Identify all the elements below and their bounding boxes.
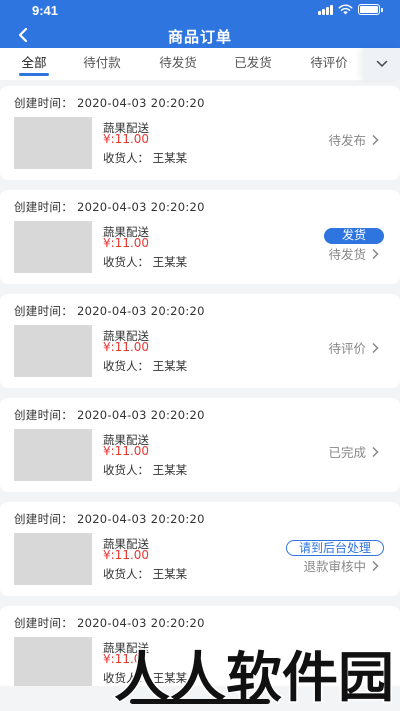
active-tab-indicator — [19, 73, 49, 76]
tab-label: 待发货 — [159, 55, 197, 70]
order-status-label: 待发布 — [328, 133, 366, 148]
order-status-label: 已完成 — [328, 445, 366, 460]
nav-bar: 商品订单 — [0, 22, 400, 48]
created-time: 创建时间： 2020-04-03 20:20:20 — [14, 616, 205, 630]
order-list: 创建时间： 2020-04-03 20:20:20 蔬果配送 ¥:11.00 收… — [0, 86, 400, 686]
tab-pending-shipment[interactable]: 待发货 — [154, 48, 202, 80]
wifi-icon — [338, 4, 353, 15]
created-time: 创建时间： 2020-04-03 20:20:20 — [14, 512, 205, 526]
chevron-right-icon — [372, 446, 379, 457]
tab-all[interactable]: 全部 — [14, 48, 54, 80]
back-button[interactable] — [12, 24, 34, 46]
receiver: 收货人： 王某某 — [103, 255, 188, 269]
page-title: 商品订单 — [167, 28, 232, 46]
price: ¥:11.00 — [103, 236, 150, 250]
tab-shipped[interactable]: 已发货 — [229, 48, 277, 80]
order-status[interactable]: 退款审核中 — [303, 556, 380, 575]
status-bar: 9:41 — [0, 0, 400, 20]
tab-label: 待付款 — [83, 55, 121, 70]
tab-pending-review[interactable]: 待评价 — [305, 48, 353, 80]
created-time: 创建时间： 2020-04-03 20:20:20 — [14, 304, 205, 318]
chevron-right-icon — [372, 560, 379, 571]
order-status-label: 待评价 — [328, 341, 366, 356]
price: ¥:11.00 — [103, 444, 150, 458]
tab-label: 全部 — [21, 55, 47, 70]
order-card[interactable]: 创建时间： 2020-04-03 20:20:20 蔬果配送 ¥:11.00 收… — [0, 398, 400, 492]
order-card[interactable]: 创建时间： 2020-04-03 20:20:20 蔬果配送 ¥:11.00 收… — [0, 190, 400, 284]
app-header: 9:41 商品订单 — [0, 0, 400, 48]
receiver: 收货人： 王某某 — [103, 463, 188, 477]
tab-label: 待评价 — [310, 55, 348, 70]
status-time: 9:41 — [32, 3, 59, 18]
receiver: 收货人： 王某某 — [103, 151, 188, 165]
status-icons — [318, 4, 383, 15]
price: ¥:11.0 — [103, 652, 142, 666]
chevron-down-icon — [376, 60, 388, 68]
order-card[interactable]: 创建时间： 2020-04-03 20:20:20 蔬果配送 ¥:11.00 收… — [0, 86, 400, 180]
product-image — [14, 325, 92, 377]
chevron-right-icon — [372, 134, 379, 145]
created-time: 创建时间： 2020-04-03 20:20:20 — [14, 200, 205, 214]
chevron-right-icon — [372, 342, 379, 353]
created-time: 创建时间： 2020-04-03 20:20:20 — [14, 408, 205, 422]
tab-pending-payment[interactable]: 待付款 — [78, 48, 126, 80]
order-tabs: 全部 待付款 待发货 已发货 待评价 — [0, 48, 400, 80]
order-status[interactable]: 待发布 — [328, 130, 380, 149]
product-image — [14, 221, 92, 273]
battery-icon — [358, 4, 383, 15]
product-image — [14, 533, 92, 585]
chevron-right-icon — [372, 248, 379, 259]
cellular-signal-icon — [318, 4, 333, 15]
order-status[interactable]: 待发货 — [328, 244, 380, 263]
receiver: 收货人： 王某某 — [103, 359, 188, 373]
order-card[interactable]: 创建时间： 2020-04-03 20:20:20 蔬果配送 ¥:11.00 收… — [0, 294, 400, 388]
ship-button[interactable]: 发货 — [323, 228, 384, 244]
price: ¥:11.00 — [103, 340, 150, 354]
tab-more-button[interactable] — [364, 48, 400, 80]
order-card[interactable]: 创建时间： 2020-04-03 20:20:20 蔬果配送 ¥:11.0 收货… — [0, 606, 400, 686]
order-status[interactable]: 已完成 — [328, 442, 380, 461]
order-status-label: 退款审核中 — [303, 559, 366, 574]
product-image — [14, 429, 92, 481]
receiver: 收货人： 王某某 — [103, 567, 188, 581]
receiver: 收货人： 王某某 — [103, 671, 188, 685]
order-status-label: 待发货 — [328, 247, 366, 262]
handle-in-backend-button[interactable]: 请到后台处理 — [285, 540, 384, 556]
created-time: 创建时间： 2020-04-03 20:20:20 — [14, 96, 205, 110]
tab-label: 已发货 — [234, 55, 272, 70]
home-indicator — [130, 699, 270, 704]
price: ¥:11.00 — [103, 548, 150, 562]
order-card[interactable]: 创建时间： 2020-04-03 20:20:20 蔬果配送 ¥:11.00 收… — [0, 502, 400, 596]
product-image — [14, 117, 92, 169]
product-image — [14, 637, 92, 686]
price: ¥:11.00 — [103, 132, 150, 146]
order-status[interactable]: 待评价 — [328, 338, 380, 357]
chevron-left-icon — [18, 27, 28, 43]
